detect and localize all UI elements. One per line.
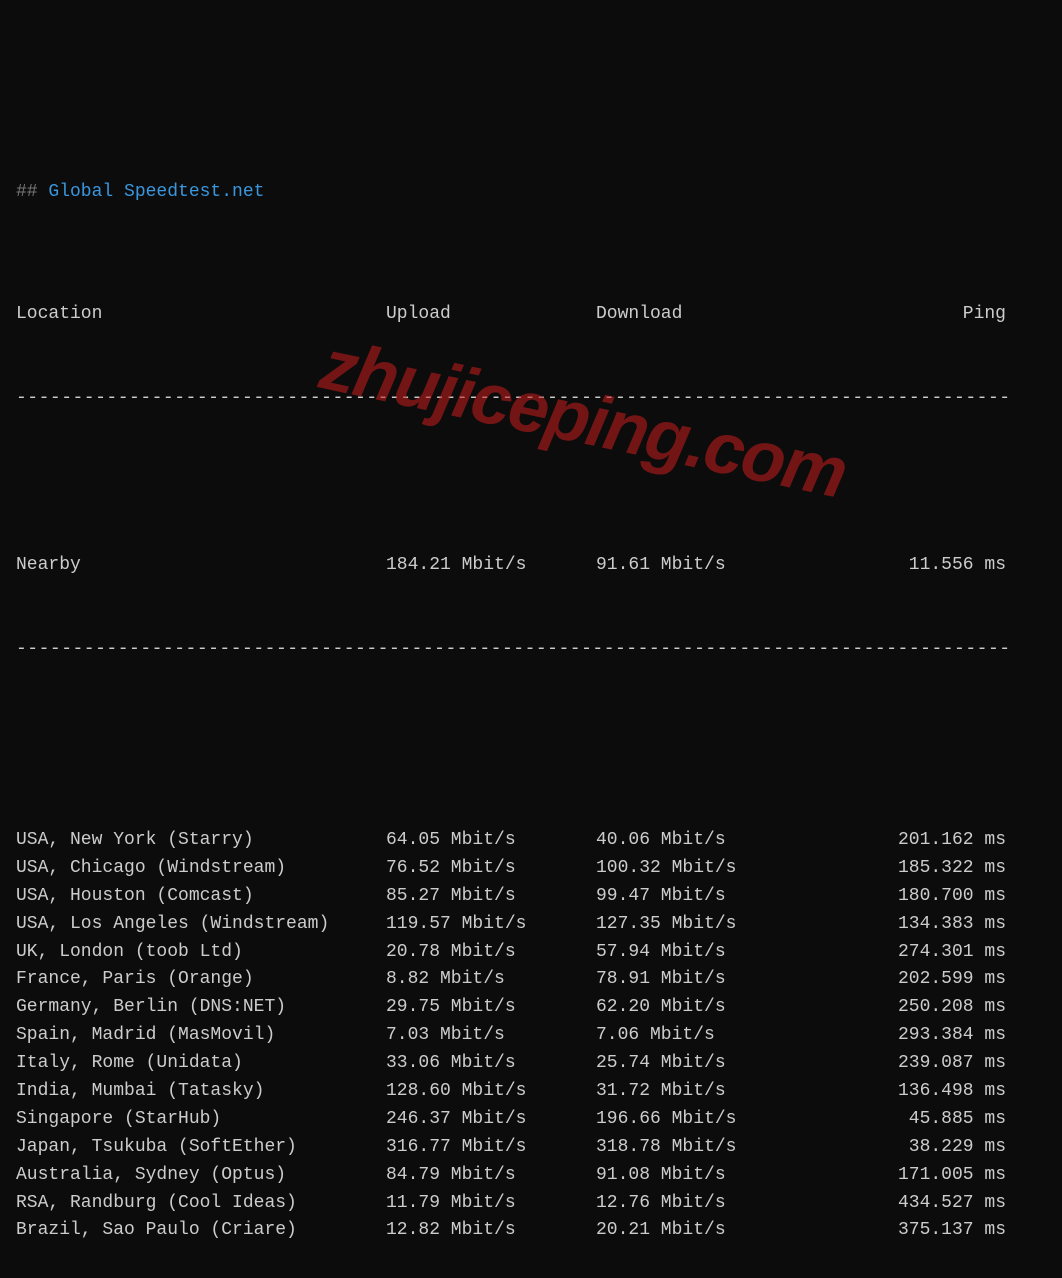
- nearby-row: Nearby184.21 Mbit/s91.61 Mbit/s11.556 ms: [16, 552, 1046, 580]
- cell-download: 40.06 Mbit/s: [596, 827, 806, 855]
- table-row: France, Paris (Orange)8.82 Mbit/s78.91 M…: [16, 966, 1046, 994]
- header-download: Download: [596, 301, 806, 329]
- cell-ping: 185.322 ms: [806, 855, 1006, 883]
- cell-download: 57.94 Mbit/s: [596, 939, 806, 967]
- nearby-ping: 11.556 ms: [806, 552, 1006, 580]
- header-location: Location: [16, 301, 386, 329]
- cell-download: 7.06 Mbit/s: [596, 1022, 806, 1050]
- cell-upload: 246.37 Mbit/s: [386, 1106, 596, 1134]
- cell-location: USA, Chicago (Windstream): [16, 855, 386, 883]
- cell-download: 91.08 Mbit/s: [596, 1162, 806, 1190]
- nearby-download: 91.61 Mbit/s: [596, 552, 806, 580]
- table-row: USA, Los Angeles (Windstream)119.57 Mbit…: [16, 911, 1046, 939]
- cell-download: 20.21 Mbit/s: [596, 1217, 806, 1245]
- cell-ping: 180.700 ms: [806, 883, 1006, 911]
- cell-download: 99.47 Mbit/s: [596, 883, 806, 911]
- divider-line: ----------------------------------------…: [16, 385, 1046, 413]
- results-table-body: USA, New York (Starry)64.05 Mbit/s40.06 …: [16, 827, 1046, 1245]
- cell-download: 100.32 Mbit/s: [596, 855, 806, 883]
- table-row: Brazil, Sao Paulo (Criare)12.82 Mbit/s20…: [16, 1217, 1046, 1245]
- cell-upload: 12.82 Mbit/s: [386, 1217, 596, 1245]
- cell-upload: 76.52 Mbit/s: [386, 855, 596, 883]
- cell-upload: 128.60 Mbit/s: [386, 1078, 596, 1106]
- cell-ping: 434.527 ms: [806, 1190, 1006, 1218]
- cell-location: Japan, Tsukuba (SoftEther): [16, 1134, 386, 1162]
- table-row: USA, New York (Starry)64.05 Mbit/s40.06 …: [16, 827, 1046, 855]
- table-row: Singapore (StarHub)246.37 Mbit/s196.66 M…: [16, 1106, 1046, 1134]
- cell-download: 25.74 Mbit/s: [596, 1050, 806, 1078]
- table-header-row: LocationUploadDownload Ping: [16, 301, 1046, 329]
- cell-download: 62.20 Mbit/s: [596, 994, 806, 1022]
- cell-upload: 11.79 Mbit/s: [386, 1190, 596, 1218]
- cell-location: USA, Los Angeles (Windstream): [16, 911, 386, 939]
- cell-upload: 29.75 Mbit/s: [386, 994, 596, 1022]
- cell-ping: 171.005 ms: [806, 1162, 1006, 1190]
- cell-ping: 202.599 ms: [806, 966, 1006, 994]
- header-ping: Ping: [806, 301, 1006, 329]
- cell-location: Australia, Sydney (Optus): [16, 1162, 386, 1190]
- cell-ping: 45.885 ms: [806, 1106, 1006, 1134]
- cell-location: USA, Houston (Comcast): [16, 883, 386, 911]
- cell-upload: 20.78 Mbit/s: [386, 939, 596, 967]
- title-prefix: ##: [16, 182, 48, 202]
- cell-upload: 119.57 Mbit/s: [386, 911, 596, 939]
- table-row: USA, Chicago (Windstream)76.52 Mbit/s100…: [16, 855, 1046, 883]
- cell-ping: 375.137 ms: [806, 1217, 1006, 1245]
- cell-location: Singapore (StarHub): [16, 1106, 386, 1134]
- title-text: Global Speedtest.net: [48, 182, 264, 202]
- cell-upload: 316.77 Mbit/s: [386, 1134, 596, 1162]
- table-row: Spain, Madrid (MasMovil)7.03 Mbit/s7.06 …: [16, 1022, 1046, 1050]
- cell-upload: 33.06 Mbit/s: [386, 1050, 596, 1078]
- header-upload: Upload: [386, 301, 596, 329]
- cell-upload: 8.82 Mbit/s: [386, 966, 596, 994]
- cell-ping: 201.162 ms: [806, 827, 1006, 855]
- table-row: Japan, Tsukuba (SoftEther)316.77 Mbit/s3…: [16, 1134, 1046, 1162]
- cell-upload: 7.03 Mbit/s: [386, 1022, 596, 1050]
- cell-download: 318.78 Mbit/s: [596, 1134, 806, 1162]
- cell-download: 31.72 Mbit/s: [596, 1078, 806, 1106]
- cell-location: Germany, Berlin (DNS:NET): [16, 994, 386, 1022]
- cell-location: Brazil, Sao Paulo (Criare): [16, 1217, 386, 1245]
- table-row: India, Mumbai (Tatasky)128.60 Mbit/s31.7…: [16, 1078, 1046, 1106]
- cell-ping: 274.301 ms: [806, 939, 1006, 967]
- table-row: Italy, Rome (Unidata)33.06 Mbit/s25.74 M…: [16, 1050, 1046, 1078]
- table-row: Australia, Sydney (Optus)84.79 Mbit/s91.…: [16, 1162, 1046, 1190]
- cell-download: 196.66 Mbit/s: [596, 1106, 806, 1134]
- cell-download: 12.76 Mbit/s: [596, 1190, 806, 1218]
- table-row: UK, London (toob Ltd)20.78 Mbit/s57.94 M…: [16, 939, 1046, 967]
- table-row: Germany, Berlin (DNS:NET)29.75 Mbit/s62.…: [16, 994, 1046, 1022]
- terminal-output: ## Global Speedtest.net LocationUploadDo…: [16, 124, 1046, 1278]
- table-row: RSA, Randburg (Cool Ideas)11.79 Mbit/s12…: [16, 1190, 1046, 1218]
- table-row: USA, Houston (Comcast)85.27 Mbit/s99.47 …: [16, 883, 1046, 911]
- divider-line: ----------------------------------------…: [16, 636, 1046, 664]
- cell-ping: 239.087 ms: [806, 1050, 1006, 1078]
- cell-download: 127.35 Mbit/s: [596, 911, 806, 939]
- cell-upload: 84.79 Mbit/s: [386, 1162, 596, 1190]
- cell-download: 78.91 Mbit/s: [596, 966, 806, 994]
- cell-location: UK, London (toob Ltd): [16, 939, 386, 967]
- cell-ping: 134.383 ms: [806, 911, 1006, 939]
- cell-location: France, Paris (Orange): [16, 966, 386, 994]
- cell-location: USA, New York (Starry): [16, 827, 386, 855]
- cell-location: India, Mumbai (Tatasky): [16, 1078, 386, 1106]
- cell-location: RSA, Randburg (Cool Ideas): [16, 1190, 386, 1218]
- cell-ping: 293.384 ms: [806, 1022, 1006, 1050]
- cell-location: Italy, Rome (Unidata): [16, 1050, 386, 1078]
- nearby-upload: 184.21 Mbit/s: [386, 552, 596, 580]
- section-title: ## Global Speedtest.net: [16, 179, 1046, 207]
- nearby-location: Nearby: [16, 552, 386, 580]
- cell-ping: 38.229 ms: [806, 1134, 1006, 1162]
- cell-upload: 85.27 Mbit/s: [386, 883, 596, 911]
- cell-ping: 136.498 ms: [806, 1078, 1006, 1106]
- cell-location: Spain, Madrid (MasMovil): [16, 1022, 386, 1050]
- cell-upload: 64.05 Mbit/s: [386, 827, 596, 855]
- cell-ping: 250.208 ms: [806, 994, 1006, 1022]
